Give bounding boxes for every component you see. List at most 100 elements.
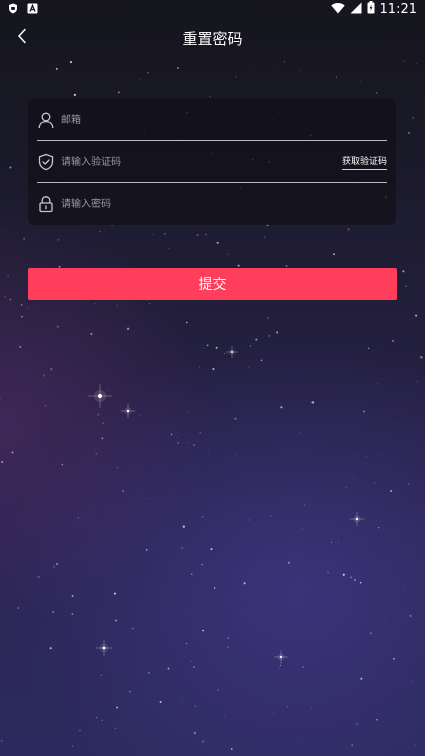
- star: [224, 716, 225, 717]
- star: [95, 452, 98, 455]
- user-icon: [37, 111, 55, 129]
- status-bar: 11:21: [0, 0, 425, 18]
- star: [201, 564, 203, 566]
- star: [9, 166, 12, 169]
- star: [146, 498, 148, 500]
- star: [176, 436, 178, 438]
- star: [117, 466, 118, 468]
- star: [187, 442, 189, 443]
- star: [360, 677, 363, 680]
- star: [61, 463, 64, 466]
- star: [277, 65, 279, 66]
- star: [237, 264, 240, 267]
- reset-password-form: 获取验证码: [28, 99, 396, 225]
- star: [191, 573, 193, 575]
- star: [299, 432, 300, 434]
- star: [285, 264, 288, 267]
- star: [287, 561, 291, 564]
- star: [69, 61, 73, 64]
- star: [255, 338, 258, 341]
- star: [350, 576, 352, 579]
- star: [347, 228, 350, 231]
- star: [310, 401, 312, 404]
- star: [0, 398, 1, 400]
- star: [193, 732, 196, 735]
- star: [177, 67, 179, 69]
- star: [11, 451, 14, 454]
- star: [56, 563, 58, 565]
- star: [227, 637, 230, 640]
- star: [107, 389, 109, 391]
- star: [71, 613, 74, 615]
- email-field[interactable]: [61, 111, 341, 129]
- star: [263, 236, 266, 238]
- star: [182, 700, 183, 702]
- star: [408, 132, 410, 134]
- star: [117, 91, 120, 94]
- star: [208, 449, 209, 451]
- star: [287, 706, 289, 708]
- star: [114, 727, 117, 730]
- star: [205, 233, 207, 236]
- star: [215, 346, 218, 349]
- star: [258, 327, 260, 328]
- star: [410, 681, 413, 683]
- star: [100, 674, 103, 677]
- star: [177, 442, 180, 444]
- star: [270, 515, 272, 517]
- star: [276, 331, 279, 334]
- star: [44, 404, 47, 407]
- star: [365, 455, 368, 457]
- star: [209, 95, 211, 97]
- star: [248, 519, 250, 521]
- star: [57, 238, 60, 241]
- star: [19, 345, 22, 348]
- star: [267, 317, 269, 319]
- star: [167, 667, 170, 670]
- star: [21, 316, 23, 318]
- star: [97, 413, 100, 416]
- star: [101, 437, 104, 440]
- submit-button[interactable]: 提交: [28, 268, 397, 300]
- password-field[interactable]: [61, 195, 341, 213]
- star: [182, 525, 185, 528]
- star: [79, 730, 81, 732]
- verification-code-row: 获取验证码: [37, 141, 387, 183]
- star: [170, 433, 173, 436]
- star: [413, 183, 415, 185]
- star: [105, 395, 106, 397]
- star: [159, 701, 162, 703]
- star: [114, 619, 118, 622]
- star: [416, 381, 418, 382]
- star: [0, 740, 3, 742]
- shield-check-icon: [37, 153, 55, 171]
- star: [71, 85, 73, 87]
- star: [186, 321, 188, 324]
- star: [168, 257, 170, 258]
- star: [145, 549, 148, 551]
- get-verification-code-button[interactable]: 获取验证码: [341, 154, 387, 170]
- star: [206, 344, 209, 347]
- star: [147, 671, 150, 674]
- star: [298, 69, 300, 71]
- star: [116, 304, 118, 307]
- star: [333, 253, 335, 256]
- star: [84, 426, 86, 428]
- star: [149, 303, 150, 304]
- star: [235, 76, 237, 78]
- star: [409, 614, 412, 618]
- star: [199, 431, 202, 434]
- star: [403, 60, 405, 62]
- verification-code-field[interactable]: [61, 153, 341, 171]
- star: [373, 482, 375, 484]
- star: [138, 414, 140, 416]
- star: [202, 629, 204, 632]
- password-row: [37, 183, 387, 225]
- lock-icon: [37, 195, 55, 213]
- star: [390, 489, 393, 493]
- star: [17, 606, 20, 610]
- star: [230, 748, 233, 750]
- star: [273, 713, 274, 714]
- bright-star: [274, 650, 288, 664]
- star: [128, 690, 131, 693]
